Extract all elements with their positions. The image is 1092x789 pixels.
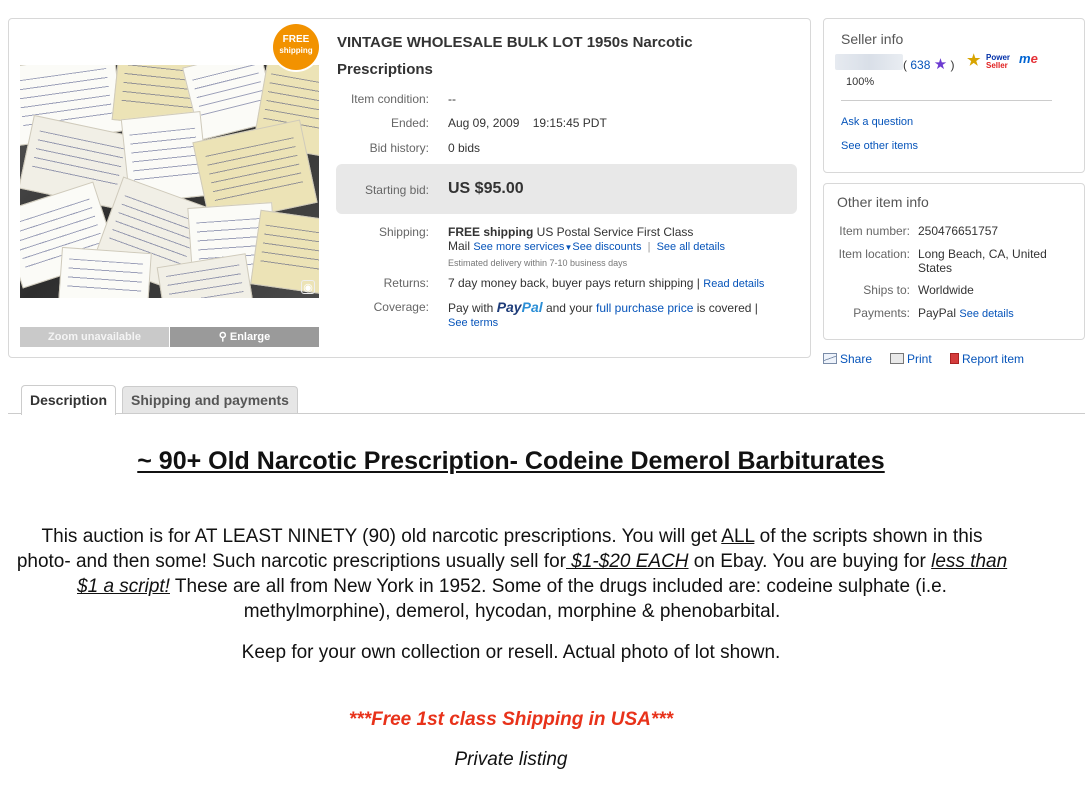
tabs-divider (8, 413, 1085, 414)
printer-icon (890, 353, 904, 364)
power-seller-star-icon: ★ (967, 52, 981, 69)
separator: | (641, 241, 657, 253)
paypal-logo-pay: Pay (496, 299, 522, 315)
pay-with-text: Pay with (448, 301, 497, 315)
item-photo-area: FREE shipping ◉ Zoom unavailable ⚲ Enlar… (20, 24, 319, 347)
ended-label: Ended: (390, 116, 429, 130)
coverage-label: Coverage: (373, 300, 429, 314)
free-shipping-line: ***Free 1st class Shipping in USA*** (348, 709, 674, 730)
and-your-text: and your (542, 301, 596, 315)
see-terms-link[interactable]: See terms (448, 317, 498, 329)
print-link[interactable]: Print (890, 352, 932, 366)
item-number-label: Item number: (839, 224, 910, 238)
paypal-logo-pal: Pal (521, 299, 543, 315)
see-more-services-link[interactable]: See more services (473, 241, 564, 253)
shipping-label: Shipping: (378, 225, 429, 239)
me-icon-e: e (1030, 51, 1038, 66)
feedback-percent: 100% (846, 76, 875, 88)
bid-history-label: Bid history: (369, 141, 429, 155)
magnifier-icon: ⚲ (218, 331, 227, 343)
me-icon-m: m (1019, 51, 1031, 66)
ships-to-value: Worldwide (918, 283, 974, 297)
me-icon[interactable]: me (1019, 52, 1038, 65)
badge-line-2: shipping (279, 46, 313, 55)
delivery-estimate: Estimated delivery within 7-10 business … (448, 258, 628, 268)
shipping-service: US Postal Service First Class (533, 225, 694, 239)
report-item-link[interactable]: Report item (950, 352, 1024, 366)
power-seller-icon: ★ Power Seller me (967, 52, 1043, 71)
private-listing-line: Private listing (454, 749, 568, 770)
payments-label: Payments: (853, 306, 910, 320)
share-bar: Share Print Report item (823, 352, 1085, 370)
purple-star-icon: ★ (933, 56, 948, 73)
badge-line-1: FREE (282, 34, 310, 45)
bid-history-link[interactable]: 0 bids (448, 141, 788, 155)
is-covered-text: is covered | (693, 301, 758, 315)
desc-text-d: These are all from New York in 1952. Som… (169, 576, 947, 622)
camera-icon: ◉ (301, 280, 315, 294)
condition-value: -- (448, 92, 456, 106)
see-discounts-link[interactable]: See discounts (572, 241, 641, 253)
ships-to-label: Ships to: (863, 283, 910, 297)
item-location-value: Long Beach, CA, United States (918, 247, 1047, 275)
see-all-details-link[interactable]: See all details (657, 241, 726, 253)
see-details-link[interactable]: See details (959, 308, 1013, 320)
share-label: Share (840, 352, 873, 366)
seller-name-redacted[interactable] (835, 54, 903, 70)
returns-label: Returns: (383, 276, 429, 290)
report-label: Report item (962, 352, 1025, 366)
photo-buttons: Zoom unavailable ⚲ Enlarge (20, 327, 319, 347)
other-item-info-panel: Other item info Item number: 25047665175… (823, 183, 1085, 340)
item-summary-panel: FREE shipping ◉ Zoom unavailable ⚲ Enlar… (8, 18, 811, 358)
feedback-score-link[interactable]: 638 (910, 58, 930, 72)
flag-icon (950, 353, 959, 364)
desc-text-c: on Ebay. You are buying for (688, 551, 932, 572)
tab-description[interactable]: Description (21, 385, 116, 415)
shipping-mail: Mail (448, 239, 474, 253)
feedback-score: ( 638 ★ ) (903, 55, 955, 73)
share-link[interactable]: Share (823, 352, 872, 366)
enlarge-label: Enlarge (229, 331, 271, 343)
desc-all: ALL (721, 526, 755, 547)
item-photo[interactable]: ◉ (20, 65, 319, 298)
paypal-logo: PayPal (497, 299, 543, 315)
enlarge-button[interactable]: ⚲ Enlarge (169, 327, 319, 347)
zoom-button: Zoom unavailable (20, 327, 169, 347)
seller-info-panel: Seller info ( 638 ★ ) ★ Power Seller me … (823, 18, 1085, 173)
score-close: ) (947, 58, 955, 72)
item-number-value: 250476651757 (918, 224, 999, 238)
free-shipping-badge: FREE shipping (273, 24, 319, 70)
photo-paper (58, 246, 152, 298)
shipping-value: FREE shipping US Postal Service First Cl… (448, 225, 788, 270)
desc-text-a: This auction is for AT LEAST NINETY (90)… (41, 526, 722, 547)
returns-text: 7 day money back, buyer pays return ship… (448, 276, 704, 290)
payments-text: PayPal (918, 306, 960, 320)
returns-value: 7 day money back, buyer pays return ship… (448, 276, 788, 291)
other-item-info-title: Other item info (837, 194, 929, 210)
free-shipping-text: FREE shipping (448, 225, 534, 239)
print-label: Print (907, 352, 932, 366)
item-location-label: Item location: (838, 247, 910, 261)
description-keep-line: Keep for your own collection or resell. … (241, 642, 781, 663)
power-seller-line-2: Seller (986, 61, 1008, 70)
starting-bid-box: Starting bid: US $95.00 (336, 164, 797, 214)
share-icon (823, 353, 837, 364)
seller-divider (841, 100, 1052, 101)
payments-value: PayPal See details (918, 306, 1068, 321)
description-paragraph: This auction is for AT LEAST NINETY (90)… (12, 524, 1012, 624)
condition-label: Item condition: (350, 92, 429, 106)
coverage-value: Pay with PayPal and your full purchase p… (448, 300, 788, 330)
tab-shipping-and-payments[interactable]: Shipping and payments (122, 386, 298, 413)
see-other-items-link[interactable]: See other items (841, 140, 918, 152)
seller-info-title: Seller info (841, 31, 904, 47)
item-title: VINTAGE WHOLESALE BULK LOT 1950s Narcoti… (337, 34, 693, 78)
read-details-link[interactable]: Read details (703, 278, 764, 290)
description-heading: ~ 90+ Old Narcotic Prescription- Codeine… (137, 447, 885, 475)
ask-question-link[interactable]: Ask a question (841, 116, 913, 128)
starting-bid-price: US $95.00 (448, 180, 524, 197)
starting-bid-label: Starting bid: (364, 183, 429, 197)
desc-price-range: $1-$20 EACH (566, 551, 689, 572)
ended-value: Aug 09, 2009 19:15:45 PDT (448, 116, 607, 130)
full-purchase-price-link[interactable]: full purchase price (596, 301, 693, 315)
